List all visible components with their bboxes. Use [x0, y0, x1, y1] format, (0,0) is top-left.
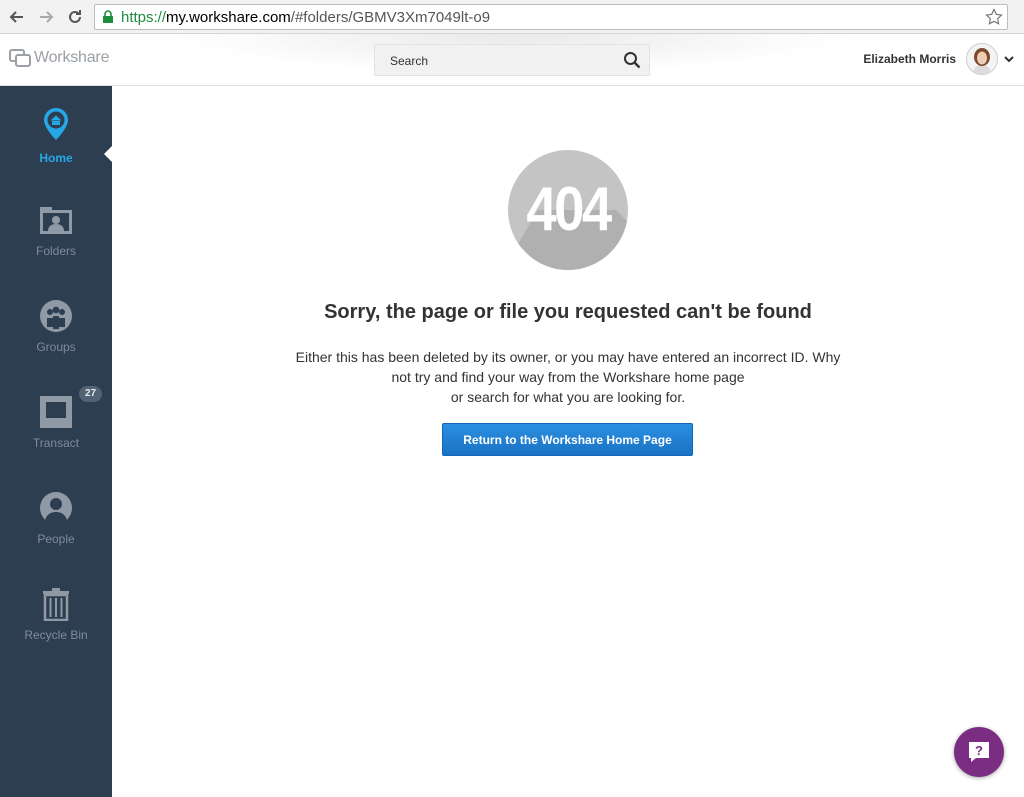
sidebar-item-transact[interactable]: Transact — [0, 394, 112, 474]
workshare-logo-icon — [9, 49, 31, 67]
search-input[interactable] — [375, 45, 632, 77]
error-404-badge: 404 — [508, 150, 628, 270]
bookmark-star-icon[interactable] — [985, 8, 1003, 26]
sidebar-item-label: Home — [39, 151, 73, 165]
help-button[interactable]: ? — [954, 727, 1004, 777]
person-icon — [38, 490, 74, 526]
sidebar-item-label: People — [37, 532, 75, 546]
error-heading: Sorry, the page or file you requested ca… — [324, 301, 812, 323]
browser-toolbar: https://my.workshare.com/#folders/GBMV3X… — [0, 0, 1024, 34]
description-line: Either this has been deleted by its owne… — [295, 349, 841, 365]
url-domain: my.workshare.com — [166, 9, 291, 26]
address-bar[interactable]: https://my.workshare.com/#folders/GBMV3X… — [94, 4, 1008, 30]
url-text: https://my.workshare.com/#folders/GBMV3X… — [121, 9, 490, 26]
sidebar-item-groups[interactable]: Groups — [0, 298, 112, 378]
app-header: Workshare Elizabeth Morris — [0, 34, 1024, 86]
user-name: Elizabeth Morris — [863, 52, 956, 66]
svg-text:?: ? — [975, 743, 983, 758]
main-content: 404 Sorry, the page or file you requeste… — [112, 86, 1024, 797]
error-description: Either this has been deleted by its owne… — [282, 347, 854, 407]
home-pin-icon — [38, 106, 74, 142]
transact-icon — [38, 394, 74, 430]
search-icon[interactable] — [623, 51, 641, 69]
sidebar-item-folders[interactable]: Folders — [0, 202, 112, 282]
search-box[interactable] — [374, 44, 650, 77]
workshare-logo[interactable]: Workshare — [9, 48, 109, 68]
reload-icon — [69, 10, 81, 23]
sidebar-item-label: Recycle Bin — [24, 628, 88, 642]
active-pointer — [104, 146, 112, 162]
forward-arrow-icon — [40, 11, 54, 23]
sidebar-item-home[interactable]: Home — [0, 106, 112, 186]
reload-button[interactable] — [65, 7, 85, 27]
forward-button[interactable] — [36, 7, 56, 27]
trash-icon — [38, 586, 74, 622]
group-icon — [38, 298, 74, 334]
sidebar-item-recycle-bin[interactable]: Recycle Bin — [0, 586, 112, 666]
user-menu[interactable]: Elizabeth Morris — [863, 43, 1014, 75]
sidebar-item-label: Groups — [36, 340, 76, 354]
help-question-icon: ? — [969, 742, 989, 762]
back-arrow-icon — [9, 11, 23, 23]
url-scheme: https:// — [121, 9, 167, 26]
lock-icon — [103, 10, 113, 23]
chevron-down-icon[interactable] — [1004, 55, 1014, 63]
avatar-image — [967, 44, 997, 74]
logo-text: Workshare — [34, 49, 110, 66]
description-line: not try and find your way from the Works… — [391, 369, 745, 385]
sidebar-item-label: Transact — [32, 436, 80, 450]
folder-person-icon — [38, 202, 74, 238]
return-home-button[interactable]: Return to the Workshare Home Page — [442, 423, 693, 456]
avatar[interactable] — [966, 43, 998, 75]
sidebar-item-label: Folders — [35, 244, 76, 258]
sidebar: Home Folders Groups 27 Transact People R… — [0, 86, 112, 797]
back-button[interactable] — [7, 7, 27, 27]
description-line: or search for what you are looking for. — [450, 389, 686, 405]
url-path: /#folders/GBMV3Xm7049lt-o9 — [290, 9, 491, 26]
error-code: 404 — [526, 175, 612, 244]
sidebar-item-people[interactable]: People — [0, 490, 112, 570]
